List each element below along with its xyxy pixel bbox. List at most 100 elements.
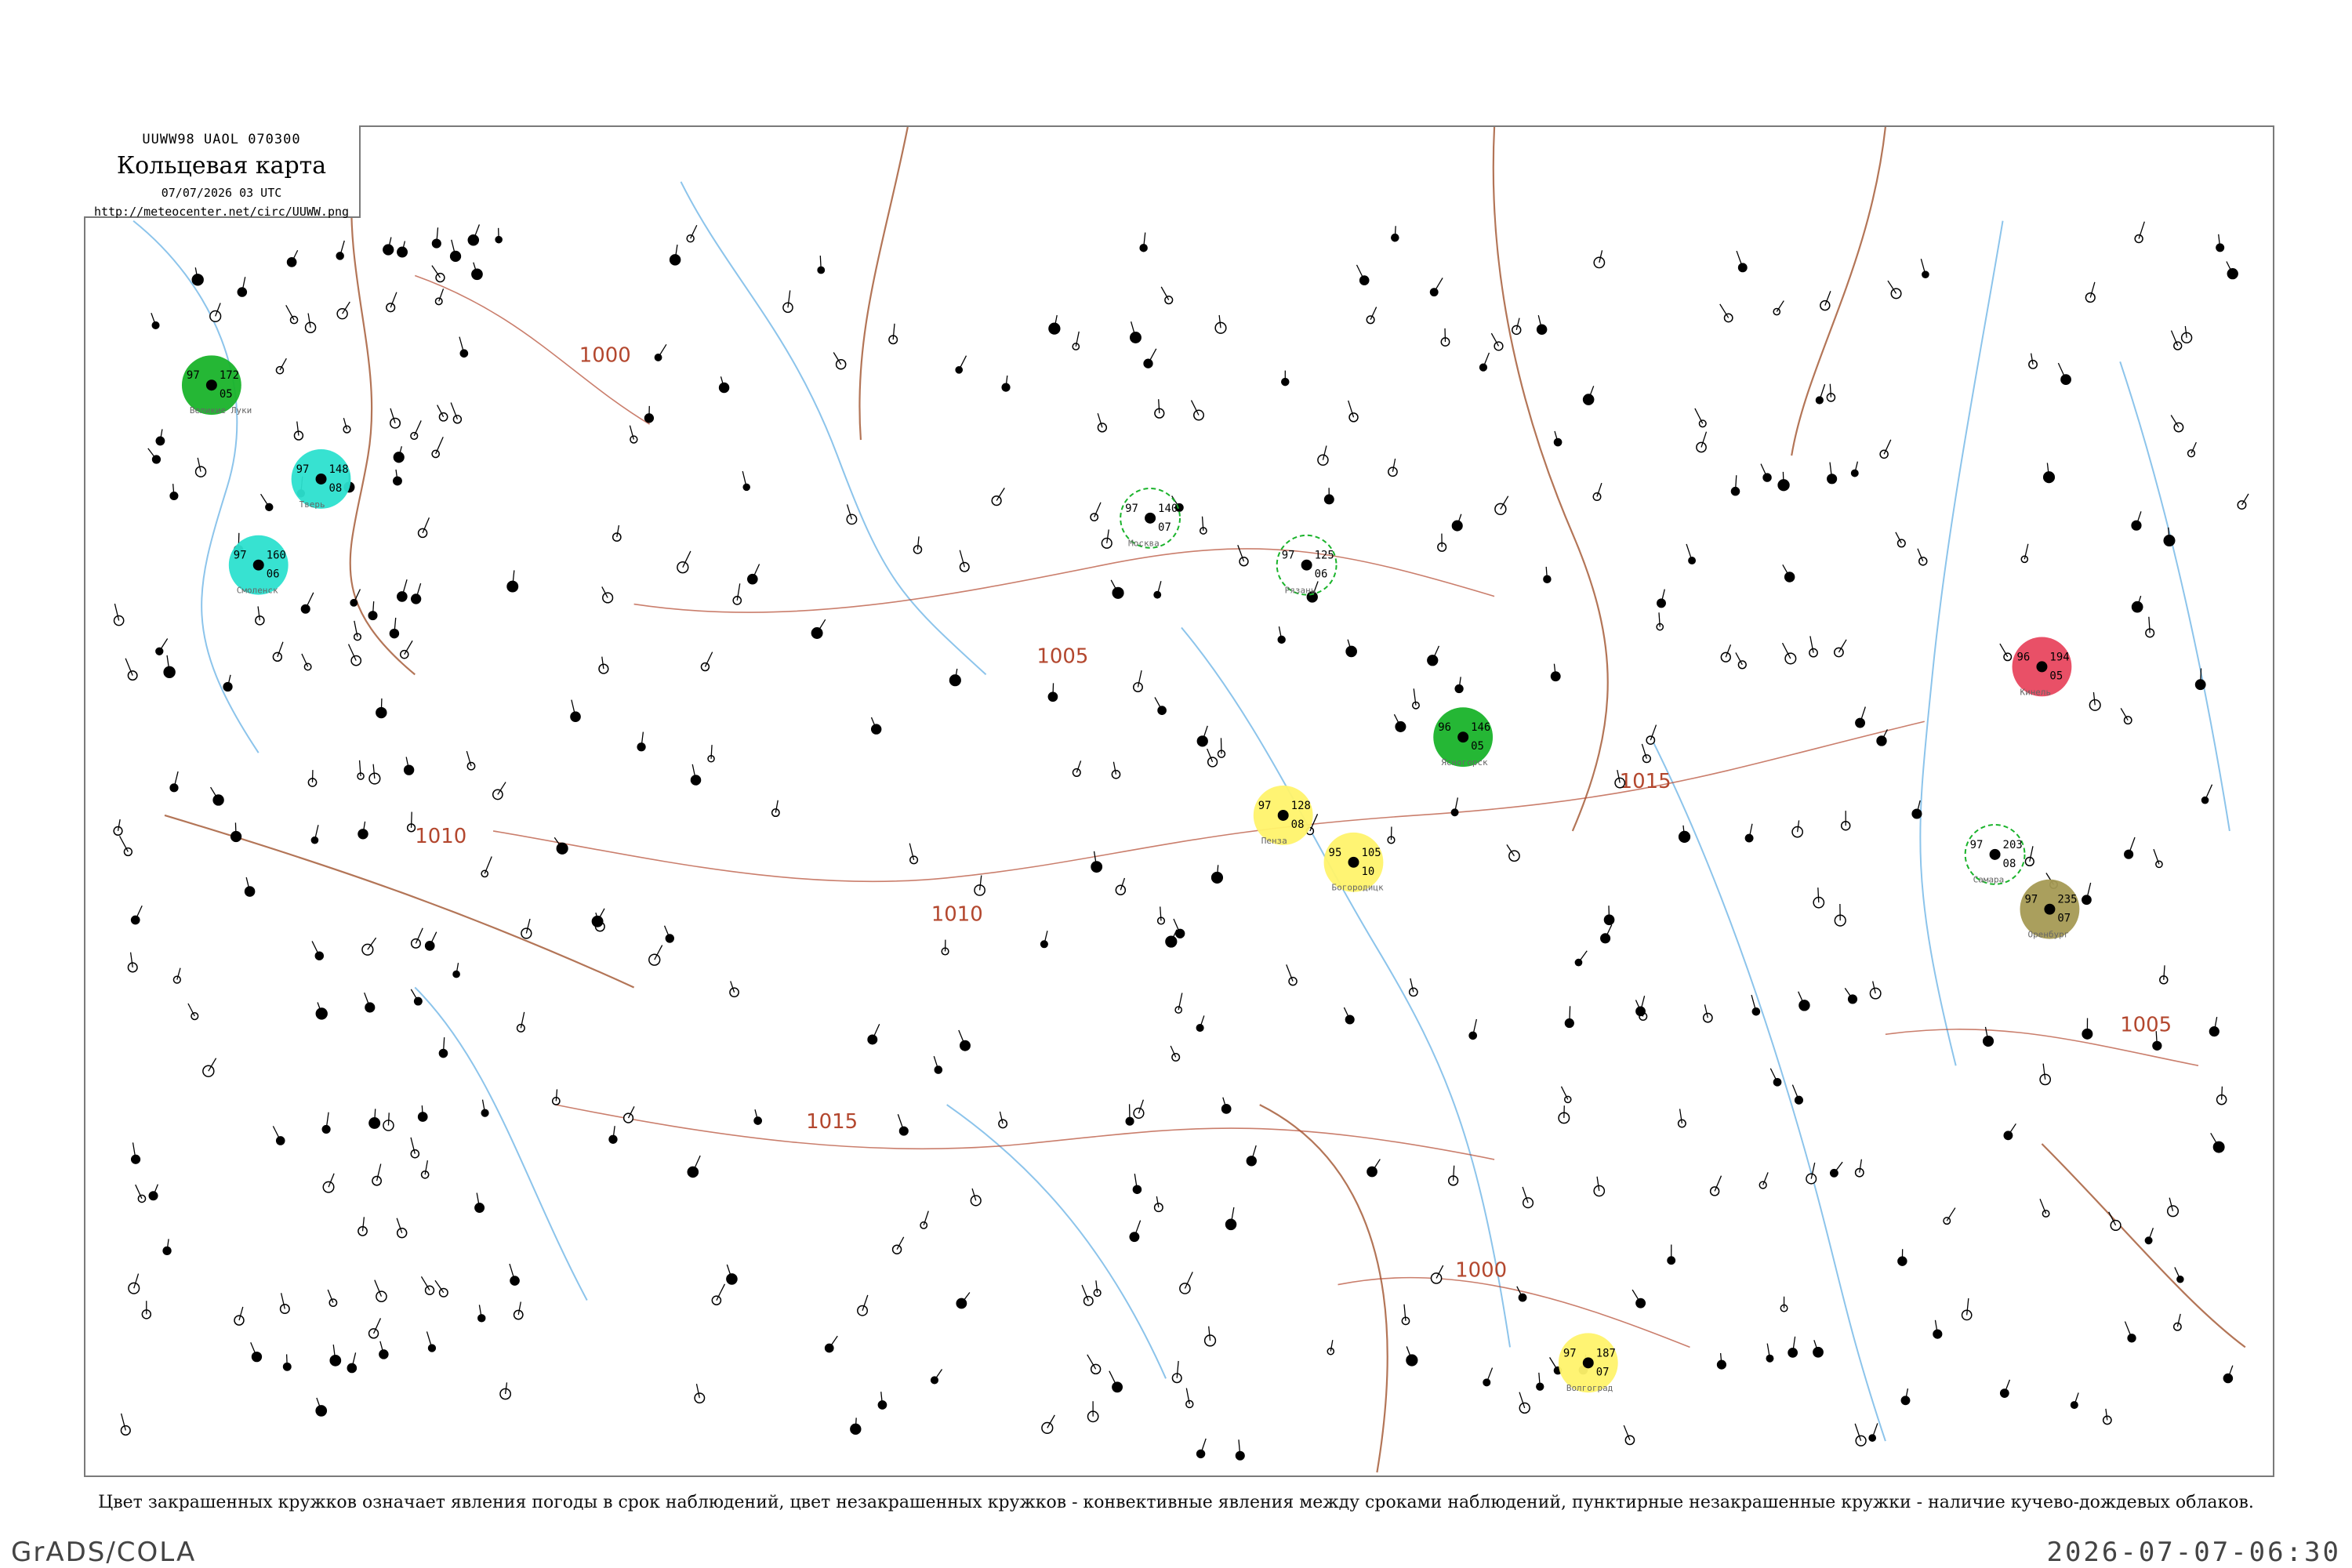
- border-line: [1259, 1104, 1388, 1473]
- station-name: Самара: [1973, 875, 2005, 885]
- observation-dot: [1762, 473, 1772, 482]
- observation-dot: [397, 246, 408, 258]
- map-url[interactable]: http://meteocenter.net/circ/UUWW.png: [84, 205, 359, 219]
- station-name: Кинель: [2020, 687, 2052, 697]
- station-temp: 97: [1563, 1347, 1577, 1359]
- station-5[interactable]: 194 96 05 Кинель: [2012, 637, 2072, 697]
- observation-dot: [867, 1034, 878, 1045]
- station-dewpoint: 07: [1158, 521, 1171, 534]
- wind-barb: [421, 1105, 423, 1117]
- observation-dot: [390, 417, 401, 429]
- station-2[interactable]: 146 96 05 Ясногорск: [1433, 707, 1494, 768]
- wind-barb: [285, 1354, 288, 1367]
- wind-barb: [435, 437, 444, 455]
- wind-barb: [2220, 1086, 2223, 1100]
- observation-dot: [1388, 466, 1398, 477]
- map-title-box: UUWW98 UAOL 070300 Кольцевая карта 07/07…: [84, 125, 361, 219]
- observation-dot: [1855, 717, 1866, 728]
- station-name: Волгоград: [1566, 1383, 1613, 1393]
- wind-barb: [260, 493, 270, 508]
- wind-barb: [1577, 950, 1588, 964]
- observation-dot: [368, 1328, 379, 1339]
- observation-dot: [1624, 1435, 1635, 1446]
- observation-dot: [1239, 557, 1249, 567]
- station-0[interactable]: 140 97 07 Москва: [1120, 487, 1181, 549]
- station-4[interactable]: 128 97 08 Пенза: [1253, 786, 1313, 846]
- isobar-line: [555, 1104, 1495, 1160]
- station-marker-icon: [1457, 731, 1469, 743]
- station-temp: 97: [234, 550, 247, 562]
- observation-dot: [1999, 1388, 2009, 1398]
- isobar-label: 1010: [415, 825, 466, 848]
- observation-dot: [1519, 1402, 1530, 1414]
- observation-dot: [471, 268, 483, 281]
- observation-dot: [991, 495, 1002, 506]
- wind-barb: [234, 822, 237, 837]
- station-temp: 96: [1438, 721, 1451, 734]
- station-dewpoint: 05: [1471, 740, 1484, 753]
- observation-dot: [2155, 860, 2163, 869]
- station-dewpoint: 06: [267, 568, 280, 581]
- station-pressure: 125: [1315, 550, 1334, 562]
- observation-dot: [379, 1349, 389, 1359]
- station-8[interactable]: 172 97 05 Великие Луки: [181, 355, 252, 416]
- station-name: Оренбург: [2027, 930, 2069, 940]
- observation-dot: [202, 1065, 215, 1077]
- station-pressure: 203: [2003, 839, 2023, 851]
- header-code: UUWW98 UAOL 070300: [142, 132, 301, 147]
- observation-dot: [2173, 422, 2184, 433]
- observation-dot: [2144, 1236, 2153, 1245]
- observation-dot: [1317, 454, 1329, 466]
- station-dewpoint: 08: [1291, 818, 1305, 831]
- wind-barb: [1719, 303, 1730, 318]
- isobar-label: 1015: [1620, 770, 1671, 793]
- observation-dot: [1522, 1197, 1534, 1209]
- station-9[interactable]: 187 97 07 Волгоград: [1558, 1333, 1618, 1393]
- station-temp: 97: [1282, 550, 1295, 562]
- synoptic-map: 1000 1005 1010 1015 1000 1005 1010 1015 140 97 07…: [84, 125, 2274, 1477]
- station-marker-icon: [1348, 856, 1359, 868]
- station-pressure: 194: [2049, 651, 2069, 663]
- observation-dot: [286, 257, 297, 267]
- station-6[interactable]: 148 97 08 Тверь: [291, 449, 351, 510]
- isobar-label: 1015: [806, 1110, 858, 1134]
- station-1[interactable]: 125 97 06 Рязань: [1276, 534, 1338, 596]
- observation-dot: [690, 775, 702, 786]
- station-name: Рязань: [1285, 586, 1316, 596]
- station-dewpoint: 05: [2049, 670, 2063, 682]
- station-11[interactable]: 235 97 07 Оренбург: [2020, 879, 2080, 940]
- observation-dot: [570, 711, 581, 722]
- observation-dot: [1408, 987, 1418, 997]
- observation-dot: [1518, 1293, 1527, 1302]
- observation-dot: [2085, 292, 2096, 303]
- observation-dot: [169, 783, 179, 793]
- observation-dot: [835, 358, 847, 370]
- isobar-label: 1000: [1455, 1259, 1507, 1283]
- station-temp: 97: [296, 463, 310, 476]
- wind-barb: [855, 1417, 857, 1429]
- observation-dot: [1813, 1346, 1824, 1358]
- station-3[interactable]: 105 95 10 Богородицк: [1323, 832, 1384, 893]
- station-marker-icon: [1989, 848, 2001, 860]
- observation-dot: [251, 1351, 263, 1363]
- station-pressure: 235: [2057, 894, 2077, 906]
- wind-barb: [158, 638, 169, 652]
- map-canvas: 10001005101010151000100510101015 1409707…: [113, 127, 2249, 1473]
- station-10[interactable]: 203 97 08 Самара: [1964, 823, 2026, 885]
- wind-barb: [1394, 226, 1396, 238]
- wind-barb: [1694, 408, 1704, 424]
- observation-dot: [127, 670, 138, 681]
- station-7[interactable]: 160 97 06 Смоленск: [228, 535, 289, 596]
- wind-barb: [118, 836, 129, 852]
- observation-dot: [322, 1181, 335, 1193]
- observation-dot: [275, 365, 285, 375]
- border-line: [2041, 1143, 2246, 1348]
- station-name: Ясногорск: [1441, 757, 1488, 768]
- observation-dot: [960, 1040, 971, 1051]
- station-temp: 97: [187, 369, 200, 382]
- observation-dot: [694, 1392, 706, 1404]
- isobar-label: 1010: [931, 903, 983, 927]
- station-temp: 97: [1125, 503, 1138, 515]
- observation-dot: [1911, 808, 1922, 819]
- station-marker-icon: [1277, 809, 1289, 821]
